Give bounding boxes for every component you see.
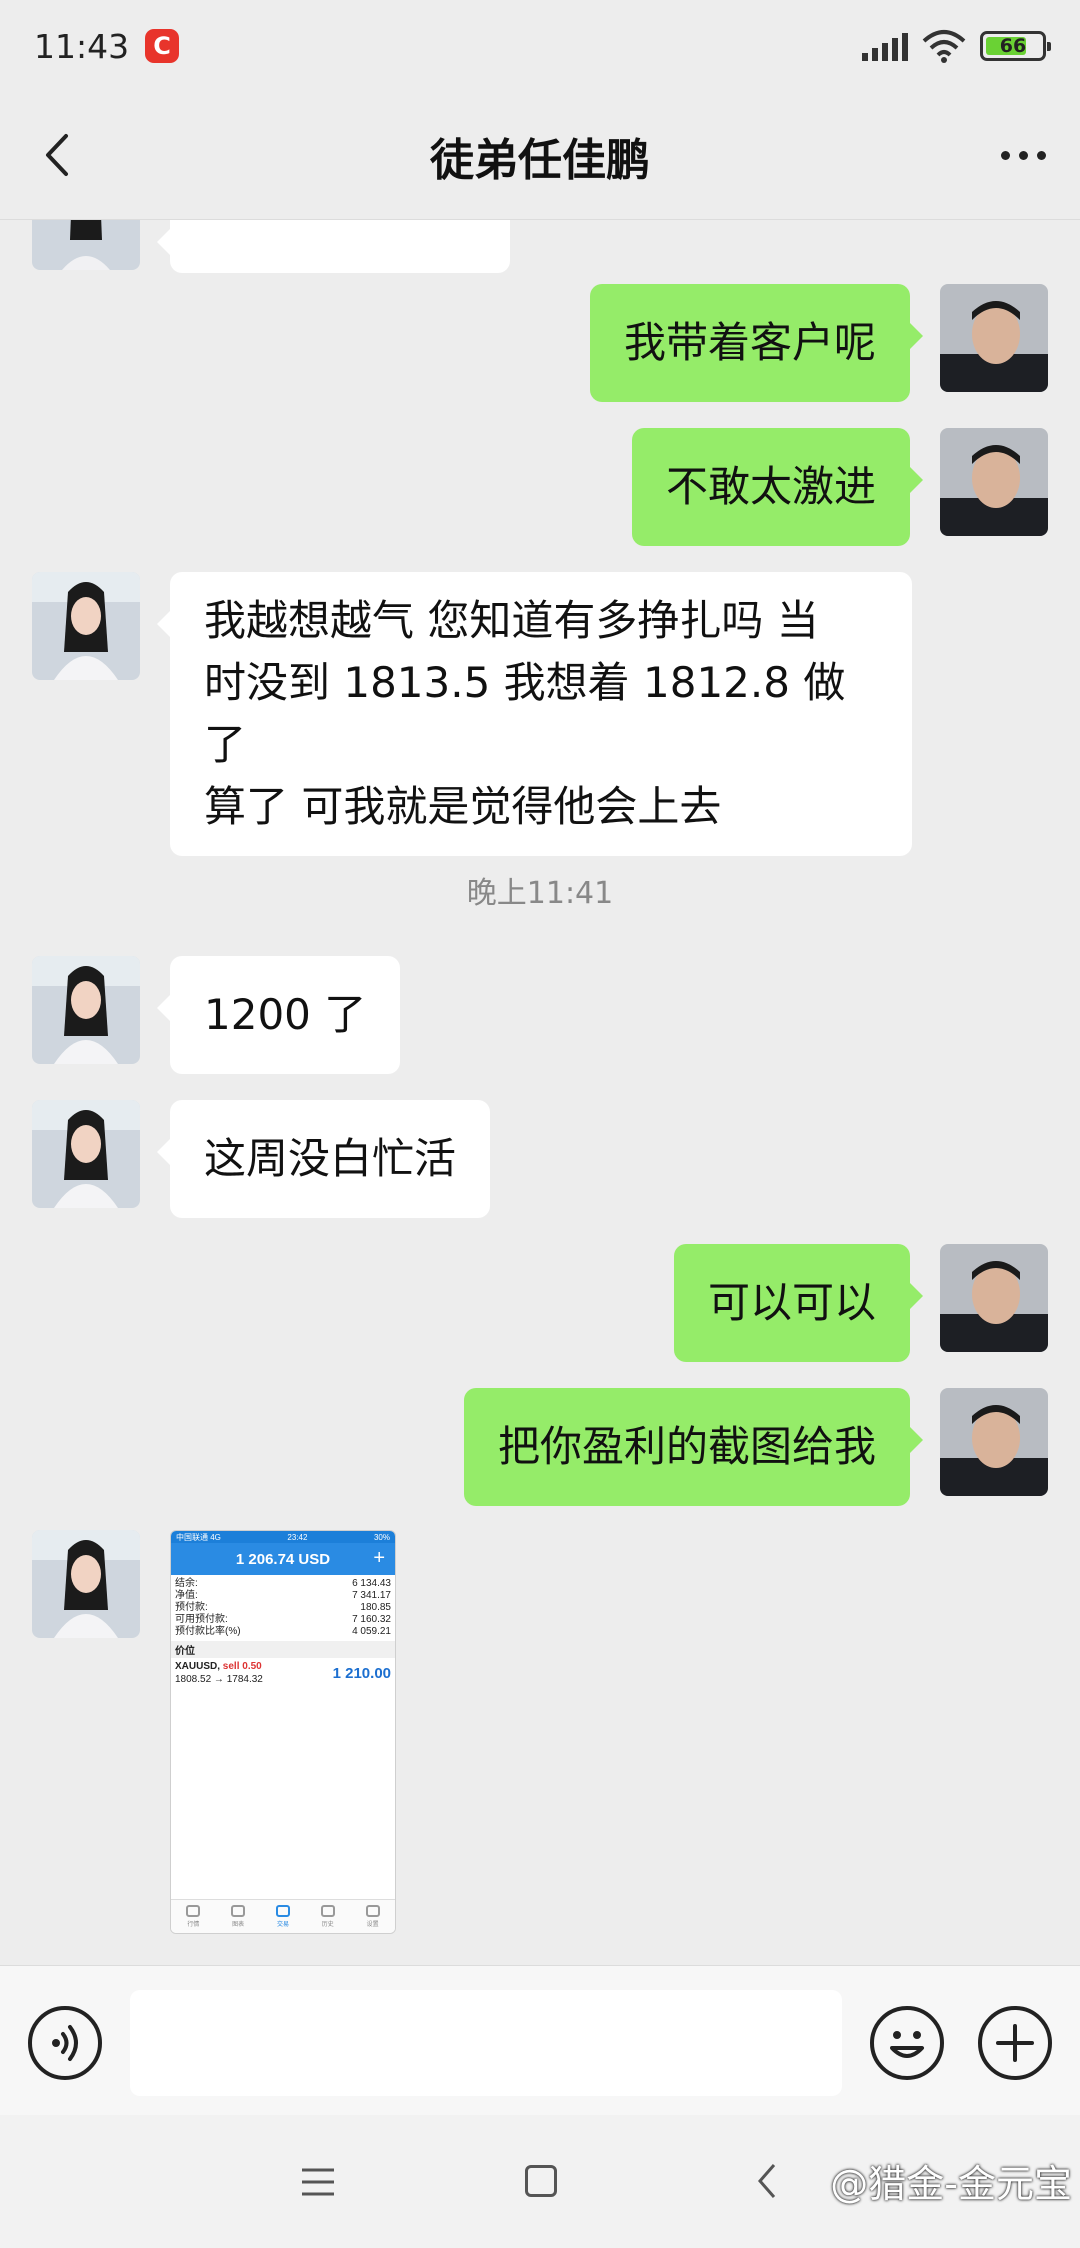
status-icons: 66 <box>862 29 1051 63</box>
voice-input-button[interactable] <box>28 2006 102 2080</box>
screenshot-tab: 设置 <box>365 1905 380 1928</box>
status-bar: 11:43 C 66 <box>0 0 1080 92</box>
contact-avatar-image <box>32 572 140 680</box>
screenshot-profit: 1 210.00 <box>332 1664 391 1682</box>
cell-signal-icon <box>862 31 908 61</box>
home-icon[interactable] <box>525 2165 557 2197</box>
screenshot-time: 23:42 <box>287 1532 308 1542</box>
contact-avatar-image <box>32 1100 140 1208</box>
my-avatar-image <box>940 1244 1048 1352</box>
my-avatar[interactable] <box>940 284 1048 392</box>
screenshot-balance-header: 1 206.74 USD + <box>171 1543 395 1575</box>
screenshot-tab-active: 交易 <box>275 1905 290 1928</box>
nav-back-icon[interactable] <box>752 2161 782 2201</box>
app-notification-icon: C <box>145 29 180 63</box>
screenshot-tab: 历史 <box>320 1905 335 1928</box>
emoji-icon <box>890 2031 924 2058</box>
contact-avatar-image <box>32 220 140 270</box>
screenshot-status-bar: 中国联通 4G 23:42 30% <box>171 1531 395 1543</box>
message-bubble-partial[interactable] <box>157 220 510 273</box>
screenshot-symbol: XAUUSD, <box>175 1661 221 1672</box>
screenshot-row: 结余: 6 134.43 <box>175 1578 391 1589</box>
screenshot-tab: 行情 <box>186 1905 201 1928</box>
contact-avatar[interactable] <box>32 220 140 270</box>
message-text-line: 算了 可我就是觉得他会上去 <box>204 782 722 831</box>
screenshot-tab-bar: 行情 图表 交易 历史 设置 <box>171 1899 395 1933</box>
my-avatar[interactable] <box>940 1388 1048 1496</box>
my-avatar[interactable] <box>940 428 1048 536</box>
battery-icon: 66 <box>980 31 1051 61</box>
screenshot-plus-icon: + <box>373 1547 385 1569</box>
contact-avatar-image <box>32 956 140 1064</box>
screenshot-section-title: 价位 <box>171 1641 395 1658</box>
watermark: @猎金-金元宝 <box>830 2162 1072 2206</box>
menu-icon[interactable] <box>298 2165 338 2199</box>
screenshot-row: 可用预付款: 7 160.32 <box>175 1614 391 1625</box>
message-list[interactable]: 我带着客户呢 不敢太激进 我越想越气 您知道有多挣扎吗 当 时没到 1813.5… <box>0 220 1080 1965</box>
screenshot-account-rows: 结余: 6 134.43 净值: 7 341.17 预付款: 180.85 可用预付款… <box>171 1575 395 1638</box>
message-bubble-outgoing[interactable]: 不敢太激进 <box>631 428 924 546</box>
my-avatar[interactable] <box>940 1244 1048 1352</box>
voice-icon <box>52 2025 78 2061</box>
my-avatar-image <box>940 284 1048 392</box>
screenshot-tab: 图表 <box>231 1905 246 1928</box>
contact-avatar[interactable] <box>32 1530 140 1638</box>
screenshot-row: 预付款: 180.85 <box>175 1602 391 1613</box>
message-bubble-incoming[interactable]: 这周没白忙活 <box>156 1100 491 1218</box>
contact-avatar[interactable] <box>32 572 140 680</box>
contact-avatar[interactable] <box>32 1100 140 1208</box>
system-nav-bar: @猎金-金元宝 <box>0 2115 1080 2248</box>
chat-header: 徒弟任佳鹏 <box>0 92 1080 220</box>
message-text-line: 时没到 1813.5 我想着 1812.8 做了 <box>204 658 846 769</box>
message-text-line: 我越想越气 您知道有多挣扎吗 当 <box>204 596 819 645</box>
screenshot-battery: 30% <box>373 1532 390 1542</box>
wifi-icon <box>922 30 966 63</box>
message-bubble-incoming[interactable]: 1200 了 <box>156 956 401 1074</box>
screenshot-carrier: 中国联通 4G <box>176 1532 221 1542</box>
more-functions-button[interactable] <box>978 2006 1052 2080</box>
contact-avatar-image <box>32 1530 140 1638</box>
back-arrow-icon[interactable] <box>34 130 84 180</box>
input-bar <box>0 1965 1080 2115</box>
message-timestamp: 晚上11:41 <box>466 876 614 911</box>
contact-avatar[interactable] <box>32 956 140 1064</box>
emoji-button[interactable] <box>870 2006 944 2080</box>
message-bubble-outgoing[interactable]: 把你盈利的截图给我 <box>463 1388 924 1506</box>
message-bubble-outgoing[interactable]: 我带着客户呢 <box>589 284 924 402</box>
screenshot-prices: 1808.52 → 1784.32 <box>175 1674 263 1685</box>
screenshot-trade-row: XAUUSD, sell 0.50 1808.52 → 1784.32 1 21… <box>171 1658 395 1688</box>
chat-title: 徒弟任佳鹏 <box>430 134 650 186</box>
message-input[interactable] <box>130 1990 842 2096</box>
screenshot-balance: 1 206.74 USD <box>235 1550 331 1568</box>
status-time: 11:43 <box>34 26 130 66</box>
my-avatar-image <box>940 1388 1048 1496</box>
screenshot-row: 净值: 7 341.17 <box>175 1590 391 1601</box>
battery-level: 66 <box>999 35 1027 57</box>
message-bubble-outgoing[interactable]: 可以可以 <box>673 1244 924 1362</box>
screenshot-order: sell 0.50 <box>222 1661 262 1672</box>
message-bubble-incoming[interactable]: 我越想越气 您知道有多挣扎吗 当 时没到 1813.5 我想着 1812.8 做… <box>157 572 912 856</box>
more-options-icon[interactable] <box>1001 132 1046 178</box>
image-message-trading-screenshot[interactable]: 中国联通 4G 23:42 30% 1 206.74 USD + 结余: 6 13… <box>170 1530 396 1934</box>
my-avatar-image <box>940 428 1048 536</box>
screenshot-row: 预付款比率(%) 4 059.21 <box>175 1626 391 1637</box>
plus-icon <box>996 2024 1034 2062</box>
